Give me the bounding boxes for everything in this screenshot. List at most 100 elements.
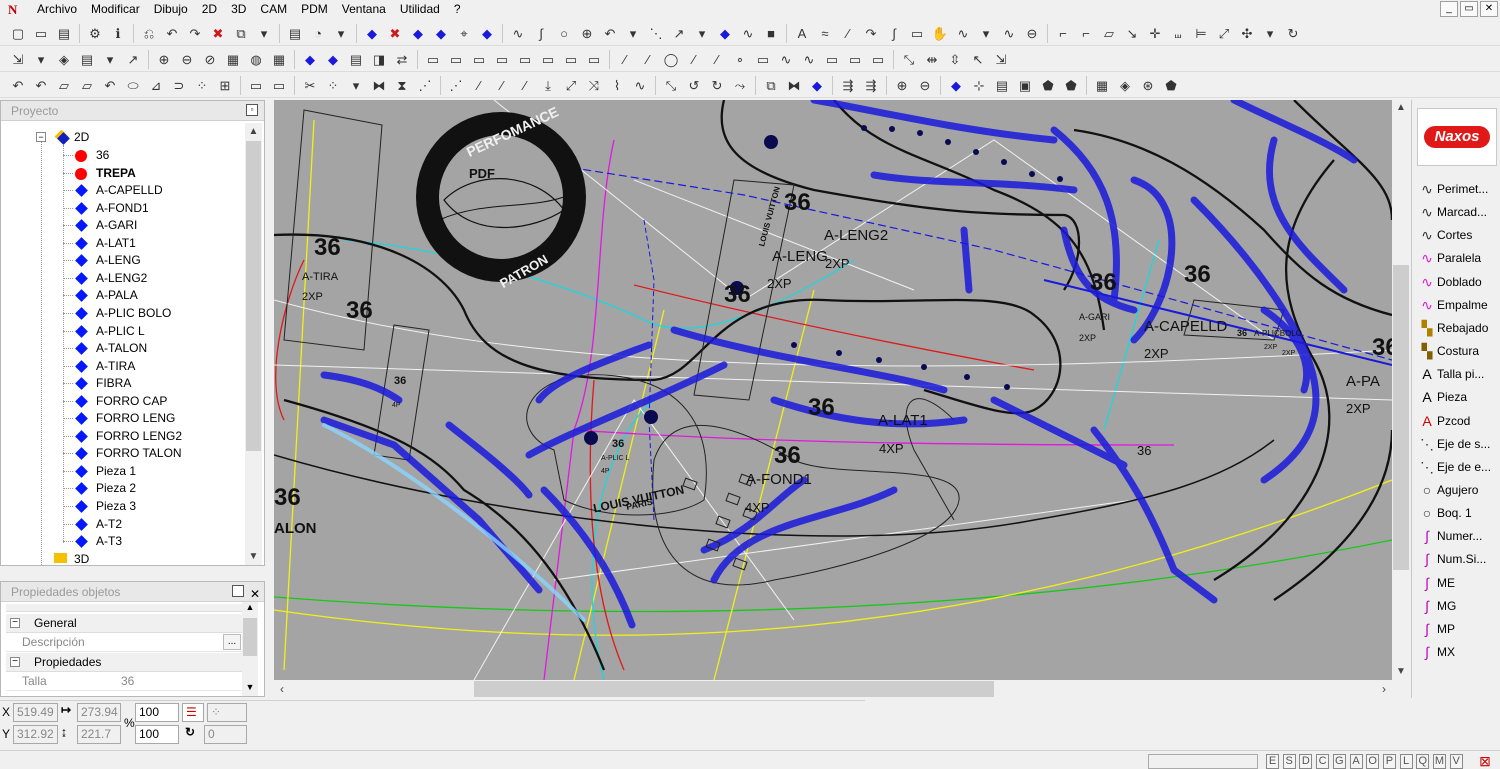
- collapse-icon[interactable]: −: [36, 132, 46, 142]
- toolbar-button-icon[interactable]: ⌖: [454, 24, 474, 43]
- tool-item[interactable]: ∿ Cortes: [1416, 224, 1500, 247]
- toolbar-button-icon[interactable]: ▢: [8, 24, 28, 43]
- tool-item[interactable]: ∫ MX: [1416, 641, 1500, 664]
- toolbar-button-icon[interactable]: ◔: [308, 24, 328, 43]
- tree-item[interactable]: Pieza 3: [1, 498, 239, 516]
- menu-pdm[interactable]: PDM: [294, 0, 335, 19]
- toolbar-button-icon[interactable]: ⋰: [415, 76, 435, 95]
- toolbar-button-icon[interactable]: ⊹: [969, 76, 989, 95]
- snap-toggle[interactable]: L: [1399, 754, 1413, 769]
- scale-y-input[interactable]: 100: [135, 725, 179, 744]
- toolbar-button-icon[interactable]: ∿: [799, 50, 819, 69]
- menu-help[interactable]: ?: [447, 0, 468, 19]
- toolbar-button-icon[interactable]: ✖: [385, 24, 405, 43]
- tree-root-3d[interactable]: 3D: [1, 551, 239, 565]
- toolbar-button-icon[interactable]: ▱: [77, 76, 97, 95]
- toolbar-button-icon[interactable]: ▤: [346, 50, 366, 69]
- toolbar-button-icon[interactable]: ⧢: [1168, 24, 1188, 43]
- toolbar-button-icon[interactable]: ✣: [1237, 24, 1257, 43]
- toolbar-button-icon[interactable]: ∿: [776, 50, 796, 69]
- tree-item[interactable]: Pieza 2: [1, 480, 239, 498]
- toolbar-button-icon[interactable]: ◆: [715, 24, 735, 43]
- toolbar-button-icon[interactable]: ✂: [300, 76, 320, 95]
- toolbar-button-icon[interactable]: ✛: [1145, 24, 1165, 43]
- toolbar-button-icon[interactable]: ◆: [431, 24, 451, 43]
- tree-item[interactable]: FORRO TALON: [1, 445, 239, 463]
- toolbar-button-icon[interactable]: ◆: [408, 24, 428, 43]
- toolbar-button-icon[interactable]: ⧓: [784, 76, 804, 95]
- tool-item[interactable]: A Pzcod: [1416, 410, 1500, 433]
- scroll-up-icon[interactable]: ▲: [1392, 100, 1410, 116]
- toolbar-button-icon[interactable]: ∫: [884, 24, 904, 43]
- toolbar-button-icon[interactable]: ▭: [492, 50, 512, 69]
- collapse-icon[interactable]: −: [10, 618, 20, 628]
- toolbar-button-icon[interactable]: ▦: [223, 50, 243, 69]
- toolbar-button-icon[interactable]: ↷: [861, 24, 881, 43]
- toolbar-button-icon[interactable]: ⊨: [1191, 24, 1211, 43]
- toolbar-button-icon[interactable]: ▾: [254, 24, 274, 43]
- prop-group-propiedades[interactable]: − Propiedades: [6, 653, 243, 672]
- toolbar-button-icon[interactable]: ⋱: [646, 24, 666, 43]
- toolbar-button-icon[interactable]: ⤡: [661, 76, 681, 95]
- tool-item[interactable]: ○ Agujero: [1416, 479, 1500, 502]
- tree-item[interactable]: Pieza 1: [1, 463, 239, 481]
- toolbar-button-icon[interactable]: ◆: [807, 76, 827, 95]
- snap-toggle[interactable]: Q: [1416, 754, 1430, 769]
- snap-toggle[interactable]: O: [1366, 754, 1380, 769]
- toolbar-button-icon[interactable]: ↶: [100, 76, 120, 95]
- close-icon[interactable]: ✕: [1480, 1, 1498, 17]
- snap-toggle[interactable]: P: [1382, 754, 1396, 769]
- menu-cam[interactable]: CAM: [253, 0, 294, 19]
- toolbar-button-icon[interactable]: ∿: [508, 24, 528, 43]
- tree-item[interactable]: 36: [1, 147, 239, 165]
- toolbar-button-icon[interactable]: ◈: [1115, 76, 1135, 95]
- project-tree-scrollbar[interactable]: ▲ ▼: [245, 123, 262, 565]
- tree-item[interactable]: TREPA: [1, 165, 239, 183]
- toolbar-button-icon[interactable]: ⊖: [177, 50, 197, 69]
- toolbar-button-icon[interactable]: ⊘: [200, 50, 220, 69]
- tool-item[interactable]: ∫ ME: [1416, 572, 1500, 595]
- snap-toggle[interactable]: G: [1332, 754, 1346, 769]
- properties-scrollbar[interactable]: ▲ ▼: [242, 602, 258, 696]
- toolbar-button-icon[interactable]: ■: [761, 24, 781, 43]
- tool-item[interactable]: ⋱ Eje de e...: [1416, 456, 1500, 479]
- drawing-canvas[interactable]: PERFOMANCE PDF PATRON 36 A-TIRA 2XP 36 3…: [274, 100, 1392, 680]
- toolbar-button-icon[interactable]: ↻: [1283, 24, 1303, 43]
- toolbar-button-icon[interactable]: ⬟: [1161, 76, 1181, 95]
- toolbar-button-icon[interactable]: ⊕: [892, 76, 912, 95]
- tree-item[interactable]: A-T3: [1, 533, 239, 551]
- toolbar-button-icon[interactable]: ⧓: [369, 76, 389, 95]
- toolbar-button-icon[interactable]: ▭: [753, 50, 773, 69]
- tool-item[interactable]: ∿ Empalme: [1416, 294, 1500, 317]
- snap-toggle[interactable]: S: [1282, 754, 1296, 769]
- prop-group-general[interactable]: − General: [6, 614, 243, 633]
- record-icon[interactable]: ⊠: [1476, 753, 1494, 769]
- toolbar-button-icon[interactable]: ∘: [730, 50, 750, 69]
- toolbar-button-icon[interactable]: ▭: [538, 50, 558, 69]
- toolbar-button-icon[interactable]: ↷: [185, 24, 205, 43]
- toolbar-button-icon[interactable]: ⁄: [638, 50, 658, 69]
- tool-item[interactable]: ∿ Doblado: [1416, 271, 1500, 294]
- toolbar-button-icon[interactable]: ⬭: [123, 76, 143, 95]
- toolbar-button-icon[interactable]: ◈: [54, 50, 74, 69]
- toolbar-button-icon[interactable]: ↺: [684, 76, 704, 95]
- tree-item[interactable]: A-PLIC BOLO: [1, 305, 239, 323]
- toolbar-button-icon[interactable]: ∿: [738, 24, 758, 43]
- toolbar-button-icon[interactable]: ⊃: [169, 76, 189, 95]
- tree-item[interactable]: A-LENG: [1, 252, 239, 270]
- toolbar-button-icon[interactable]: A: [792, 24, 812, 43]
- tool-item[interactable]: ∫ Numer...: [1416, 525, 1500, 548]
- toolbar-button-icon[interactable]: ▭: [446, 50, 466, 69]
- tool-item[interactable]: ∫ Num.Si...: [1416, 548, 1500, 571]
- toolbar-button-icon[interactable]: ◆: [362, 24, 382, 43]
- tree-item[interactable]: A-FOND1: [1, 200, 239, 218]
- toolbar-button-icon[interactable]: ▤: [54, 24, 74, 43]
- tool-item[interactable]: ⋱ Eje de s...: [1416, 433, 1500, 456]
- toolbar-button-icon[interactable]: ⁄: [707, 50, 727, 69]
- canvas-horizontal-scrollbar[interactable]: ‹ ›: [274, 680, 1392, 698]
- tree-item[interactable]: A-PALA: [1, 287, 239, 305]
- minimize-icon[interactable]: _: [1440, 1, 1458, 17]
- toolbar-button-icon[interactable]: ▭: [269, 76, 289, 95]
- tree-item[interactable]: FORRO LENG2: [1, 428, 239, 446]
- toolbar-button-icon[interactable]: ▭: [515, 50, 535, 69]
